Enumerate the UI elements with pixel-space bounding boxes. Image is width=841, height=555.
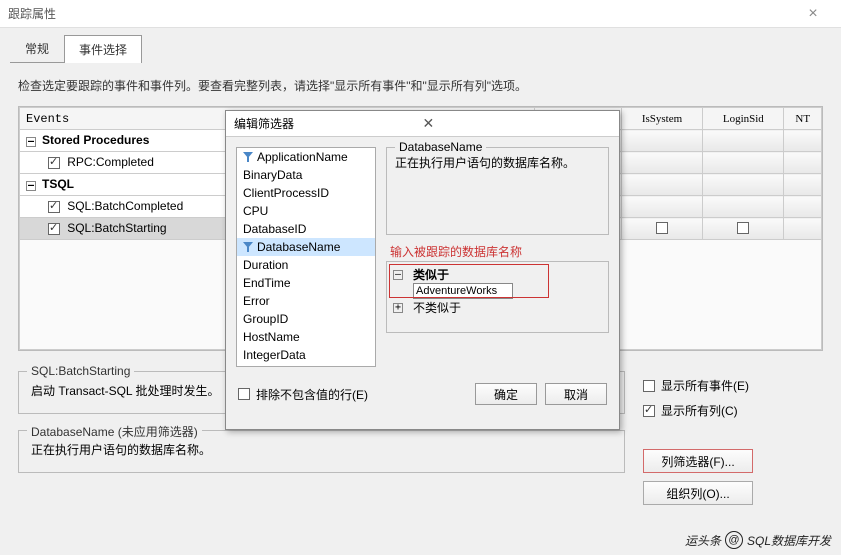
cancel-button[interactable]: 取消 bbox=[545, 383, 607, 405]
filter-desc-legend: DatabaseName bbox=[395, 140, 486, 154]
window-close-icon[interactable]: × bbox=[793, 5, 833, 23]
list-item: GroupID bbox=[237, 310, 375, 328]
row-checkbox[interactable] bbox=[48, 157, 60, 169]
tree-like-node[interactable]: – 类似于 bbox=[393, 266, 602, 283]
watermark: 运头条 @ SQL数据库开发 bbox=[685, 531, 831, 549]
exclude-empty-checkbox[interactable]: 排除不包含值的行(E) bbox=[238, 386, 368, 403]
filter-dialog: 编辑筛选器 ✕ ApplicationName BinaryData Clien… bbox=[225, 110, 620, 430]
tab-general[interactable]: 常规 bbox=[10, 34, 64, 62]
funnel-icon bbox=[243, 152, 253, 162]
row-checkbox[interactable] bbox=[48, 201, 60, 213]
list-item: BinaryData bbox=[237, 166, 375, 184]
filter-listbox[interactable]: ApplicationName BinaryData ClientProcess… bbox=[236, 147, 376, 367]
col-loginsid[interactable]: LoginSid bbox=[703, 108, 784, 130]
list-item: DatabaseID bbox=[237, 220, 375, 238]
group-legend: SQL:BatchStarting bbox=[27, 364, 134, 378]
column-filter-button[interactable]: 列筛选器(F)... bbox=[643, 449, 753, 473]
window-titlebar: 跟踪属性 × bbox=[0, 0, 841, 28]
option-show-all-cols[interactable]: 显示所有列(C) bbox=[643, 402, 823, 419]
group-legend: DatabaseName (未应用筛选器) bbox=[27, 423, 202, 440]
filter-description-box: DatabaseName 正在执行用户语句的数据库名称。 bbox=[386, 147, 609, 235]
cell-checkbox[interactable] bbox=[737, 222, 749, 234]
group-databasename: DatabaseName (未应用筛选器) 正在执行用户语句的数据库名称。 bbox=[18, 430, 625, 473]
group-desc: 正在执行用户语句的数据库名称。 bbox=[31, 441, 612, 458]
tab-row: 常规 事件选择 bbox=[0, 28, 841, 63]
list-item: IsSystem bbox=[237, 364, 375, 367]
hint-text: 检查选定要跟踪的事件和事件列。要查看完整列表，请选择"显示所有事件"和"显示所有… bbox=[18, 77, 823, 94]
col-issystem[interactable]: IsSystem bbox=[621, 108, 702, 130]
list-item-selected: DatabaseName bbox=[237, 238, 375, 256]
cell-checkbox[interactable] bbox=[656, 222, 668, 234]
list-item: ApplicationName bbox=[237, 148, 375, 166]
filter-value-input[interactable] bbox=[413, 283, 513, 299]
dialog-close-icon[interactable]: ✕ bbox=[423, 115, 612, 132]
tab-event-selection[interactable]: 事件选择 bbox=[64, 35, 142, 63]
dialog-titlebar: 编辑筛选器 ✕ bbox=[226, 111, 619, 137]
dialog-title: 编辑筛选器 bbox=[234, 115, 423, 132]
collapse-icon[interactable]: – bbox=[393, 270, 403, 280]
list-item: EndTime bbox=[237, 274, 375, 292]
checkbox-icon[interactable] bbox=[643, 405, 655, 417]
expand-icon[interactable]: + bbox=[393, 303, 403, 313]
funnel-icon bbox=[243, 242, 253, 252]
list-item: Duration bbox=[237, 256, 375, 274]
at-icon: @ bbox=[725, 531, 743, 549]
list-item: HostName bbox=[237, 328, 375, 346]
row-checkbox[interactable] bbox=[48, 223, 60, 235]
list-item: Error bbox=[237, 292, 375, 310]
window-title: 跟踪属性 bbox=[8, 5, 793, 22]
checkbox-icon[interactable] bbox=[643, 380, 655, 392]
list-item: CPU bbox=[237, 202, 375, 220]
filter-desc-text: 正在执行用户语句的数据库名称。 bbox=[395, 154, 600, 171]
tree-notlike-node[interactable]: + 不类似于 bbox=[393, 299, 602, 316]
checkbox-icon[interactable] bbox=[238, 388, 250, 400]
ok-button[interactable]: 确定 bbox=[475, 383, 537, 405]
organize-columns-button[interactable]: 组织列(O)... bbox=[643, 481, 753, 505]
annotation-text: 输入被跟踪的数据库名称 bbox=[390, 243, 522, 260]
col-nt[interactable]: NT bbox=[784, 108, 822, 130]
list-item: ClientProcessID bbox=[237, 184, 375, 202]
collapse-icon[interactable]: – bbox=[26, 137, 36, 147]
collapse-icon[interactable]: – bbox=[26, 181, 36, 191]
option-show-all-events[interactable]: 显示所有事件(E) bbox=[643, 377, 823, 394]
list-item: IntegerData bbox=[237, 346, 375, 364]
